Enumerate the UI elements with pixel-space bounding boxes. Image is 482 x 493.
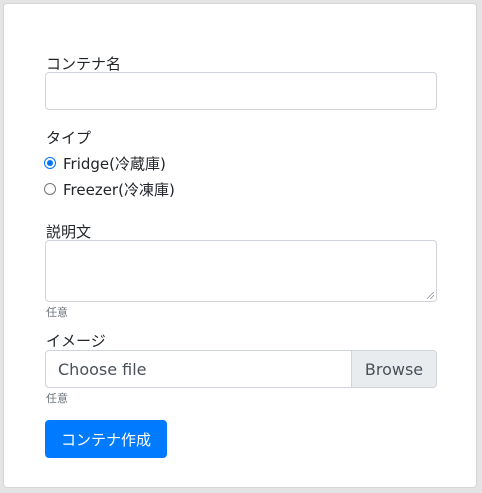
container-name-label: コンテナ名: [46, 55, 122, 73]
radio-option-freezer[interactable]: Freezer(冷凍庫): [44, 179, 175, 199]
create-container-button[interactable]: コンテナ作成: [45, 420, 167, 458]
radio-fridge[interactable]: [44, 157, 56, 169]
description-help-text: 任意: [46, 306, 68, 319]
image-label: イメージ: [46, 332, 106, 350]
radio-freezer-label[interactable]: Freezer(冷凍庫): [63, 179, 175, 200]
radio-option-fridge[interactable]: Fridge(冷蔵庫): [44, 153, 166, 173]
browse-button[interactable]: Browse: [351, 351, 436, 387]
radio-freezer[interactable]: [44, 183, 56, 195]
image-help-text: 任意: [46, 392, 68, 405]
file-placeholder: Choose file: [58, 360, 147, 379]
description-textarea[interactable]: [45, 240, 437, 302]
description-label: 説明文: [46, 223, 92, 241]
container-name-input[interactable]: [45, 72, 437, 110]
form-card: コンテナ名 タイプ Fridge(冷蔵庫) Freezer(冷凍庫) 説明文 任…: [3, 3, 477, 488]
resize-handle-icon[interactable]: [427, 292, 434, 299]
image-file-input[interactable]: Choose file Browse: [45, 350, 437, 388]
radio-fridge-label[interactable]: Fridge(冷蔵庫): [63, 153, 166, 174]
type-label: タイプ: [46, 129, 92, 147]
